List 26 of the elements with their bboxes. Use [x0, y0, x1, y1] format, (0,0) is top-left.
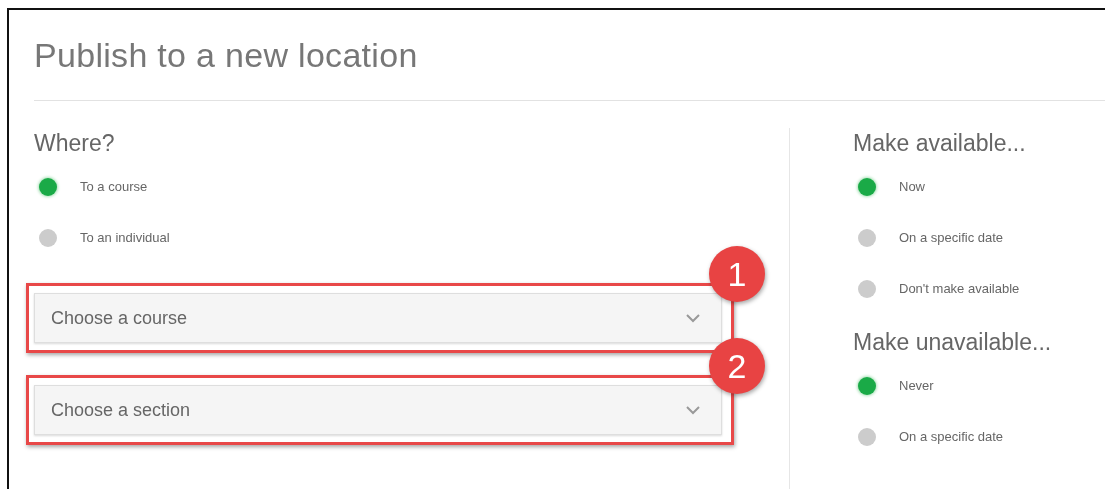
dialog-title: Publish to a new location: [34, 35, 418, 75]
dropdown-placeholder: Choose a course: [51, 307, 188, 329]
callout-badge: 1: [709, 246, 765, 302]
callout-badge: 2: [709, 338, 765, 394]
radio-label[interactable]: To an individual: [80, 230, 170, 245]
radio-label[interactable]: Now: [899, 179, 925, 194]
radio-button[interactable]: [39, 228, 57, 247]
radio-label[interactable]: Don't make available: [899, 281, 1020, 296]
section-heading: Where?: [34, 129, 116, 158]
radio-label[interactable]: Never: [899, 378, 934, 393]
section-heading: Make unavailable...: [853, 328, 1052, 357]
dropdown[interactable]: Choose a section: [34, 385, 722, 435]
radio-label[interactable]: On a specific date: [899, 429, 1004, 444]
chevron-down-icon: [685, 405, 701, 415]
section-heading: Make available...: [853, 129, 1027, 158]
radio-button[interactable]: [858, 427, 876, 446]
chevron-down-icon: [685, 313, 701, 323]
radio-button[interactable]: [858, 177, 876, 196]
radio-button[interactable]: [39, 177, 57, 196]
radio-label[interactable]: To a course: [80, 179, 148, 194]
radio-button[interactable]: [858, 228, 876, 247]
dropdown[interactable]: Choose a course: [34, 293, 722, 343]
dropdown-placeholder: Choose a section: [51, 399, 191, 421]
radio-label[interactable]: On a specific date: [899, 230, 1004, 245]
radio-button[interactable]: [858, 279, 876, 298]
radio-button[interactable]: [858, 376, 876, 395]
